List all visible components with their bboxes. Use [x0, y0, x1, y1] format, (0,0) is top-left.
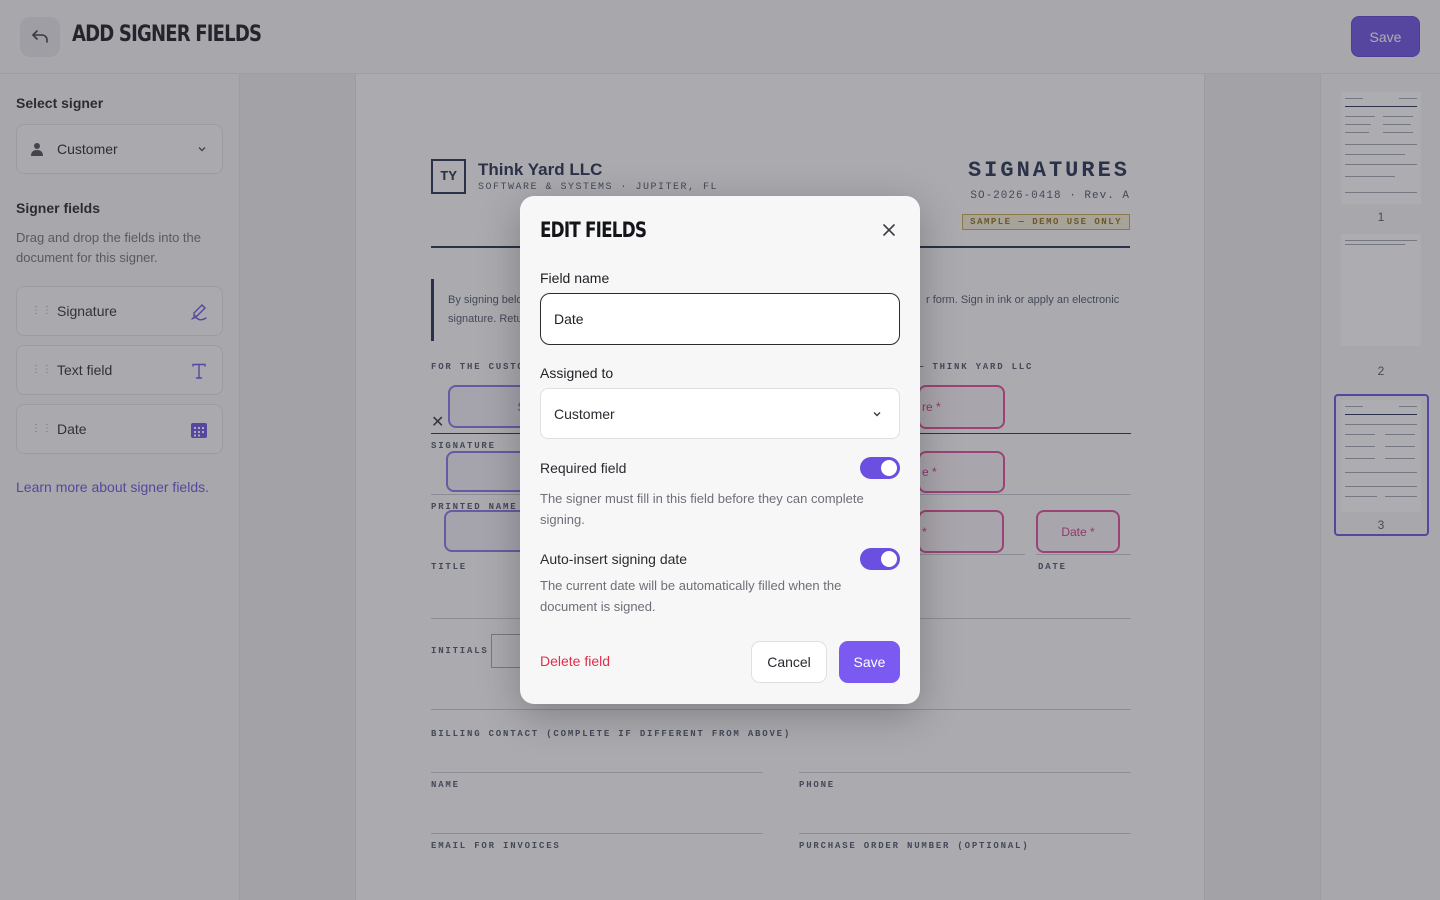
close-icon[interactable] [882, 223, 896, 237]
auto-date-help: The current date will be automatically f… [540, 578, 842, 614]
required-field-row: Required field [540, 456, 900, 480]
assigned-to-label: Assigned to [540, 365, 614, 381]
field-name-input[interactable] [540, 293, 900, 345]
field-name-label: Field name [540, 270, 610, 286]
auto-date-label: Auto-insert signing date [540, 551, 688, 567]
assigned-to-value: Customer [554, 405, 615, 422]
required-field-help: The signer must fill in this field befor… [540, 491, 864, 527]
edit-fields-dialog: EDIT FIELDS Field name Assigned to Custo… [520, 196, 920, 704]
toggle-knob [881, 460, 897, 476]
toggle-knob [881, 551, 897, 567]
save-button[interactable]: Save [839, 641, 900, 683]
auto-date-row: Auto-insert signing date [540, 547, 900, 571]
required-field-toggle[interactable] [860, 457, 900, 479]
assigned-to-select[interactable]: Customer [540, 388, 900, 439]
auto-date-toggle[interactable] [860, 548, 900, 570]
dialog-title: EDIT FIELDS [540, 218, 647, 242]
delete-field-button[interactable]: Delete field [540, 653, 610, 669]
cancel-button[interactable]: Cancel [751, 641, 827, 683]
required-field-label: Required field [540, 460, 627, 476]
chevron-down-icon [873, 412, 881, 417]
